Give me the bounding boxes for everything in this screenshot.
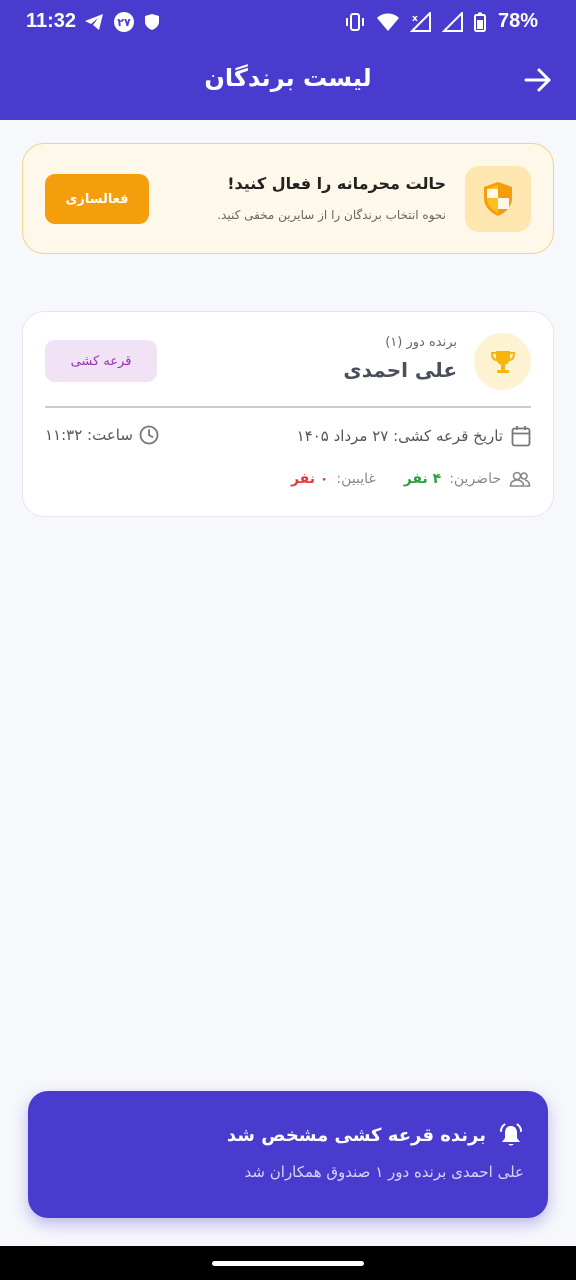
- system-nav-bar: [0, 1246, 576, 1280]
- battery-icon: [473, 12, 486, 32]
- shield-status-icon: [145, 14, 159, 30]
- present-label: حاضرین:: [449, 471, 501, 487]
- status-right-icons: x 78%: [344, 10, 538, 33]
- privacy-subtitle: نحوه انتخاب برندگان را از سایرین مخفی کن…: [217, 208, 446, 222]
- status-left-icons: ۲۷: [84, 12, 160, 32]
- back-arrow-icon[interactable]: [522, 64, 554, 96]
- draw-date-text: تاریخ قرعه کشی: ۲۷ مرداد ۱۴۰۵: [296, 427, 503, 445]
- vibrate-icon: [345, 12, 364, 31]
- draw-time-text: ساعت: ۱۱:۳۲: [45, 426, 133, 444]
- trophy-icon-box: [474, 333, 531, 390]
- page-title: لیست برندگان: [204, 64, 372, 92]
- wifi-icon: [376, 13, 399, 31]
- winner-notification-toast[interactable]: برنده قرعه کشی مشخص شد علی احمدی برنده د…: [28, 1091, 548, 1218]
- round-label: برنده دور (۱): [385, 335, 457, 350]
- trophy-icon: [490, 350, 515, 373]
- shield-icon-box: [465, 166, 531, 232]
- draw-time-row: ساعت: ۱۱:۳۲: [45, 425, 159, 445]
- winner-card[interactable]: برنده دور (۱) علی احمدی قرعه کشی تاریخ ق…: [22, 311, 554, 517]
- status-bar: 11:32 ۲۷ x 78%: [0, 0, 576, 44]
- title-bar: لیست برندگان: [0, 50, 576, 110]
- absent-label: غایبین:: [336, 471, 376, 487]
- users-icon: [509, 471, 531, 487]
- privacy-mode-card: حالت محرمانه را فعال کنید! نحوه انتخاب ب…: [22, 143, 554, 254]
- present-count: ۴ نفر: [403, 471, 442, 487]
- telegram-icon: [85, 14, 103, 30]
- toast-title: برنده قرعه کشی مشخص شد: [226, 1125, 486, 1146]
- toast-message: علی احمدی برنده دور ۱ صندوق همکاران شد: [244, 1163, 524, 1181]
- attendance-row: حاضرین: ۴ نفر غایبین: ۰ نفر: [291, 470, 531, 488]
- activate-button[interactable]: فعالسازی: [45, 174, 149, 224]
- clock-icon: [139, 425, 159, 445]
- absent-count: ۰ نفر: [290, 471, 329, 487]
- home-gesture-handle[interactable]: [212, 1261, 364, 1266]
- app-header: 11:32 ۲۷ x 78% لیست برندگان: [0, 0, 576, 120]
- divider: [45, 406, 531, 408]
- privacy-title: حالت محرمانه را فعال کنید!: [227, 174, 446, 193]
- bell-ringing-icon: [500, 1123, 522, 1146]
- calendar-icon: [511, 426, 531, 447]
- battery-percent: 78%: [497, 10, 538, 32]
- status-time: 11:32: [26, 10, 77, 32]
- draw-date-row: تاریخ قرعه کشی: ۲۷ مرداد ۱۴۰۵: [297, 425, 531, 447]
- winner-name: علی احمدی: [343, 358, 457, 382]
- svg-text:x: x: [412, 14, 418, 24]
- shield-icon: [484, 182, 512, 216]
- signal-icon-2: [441, 11, 463, 32]
- lottery-tag: قرعه کشی: [45, 340, 157, 382]
- signal-icon: x: [409, 11, 431, 32]
- calendar-badge-icon: ۲۷: [114, 12, 134, 32]
